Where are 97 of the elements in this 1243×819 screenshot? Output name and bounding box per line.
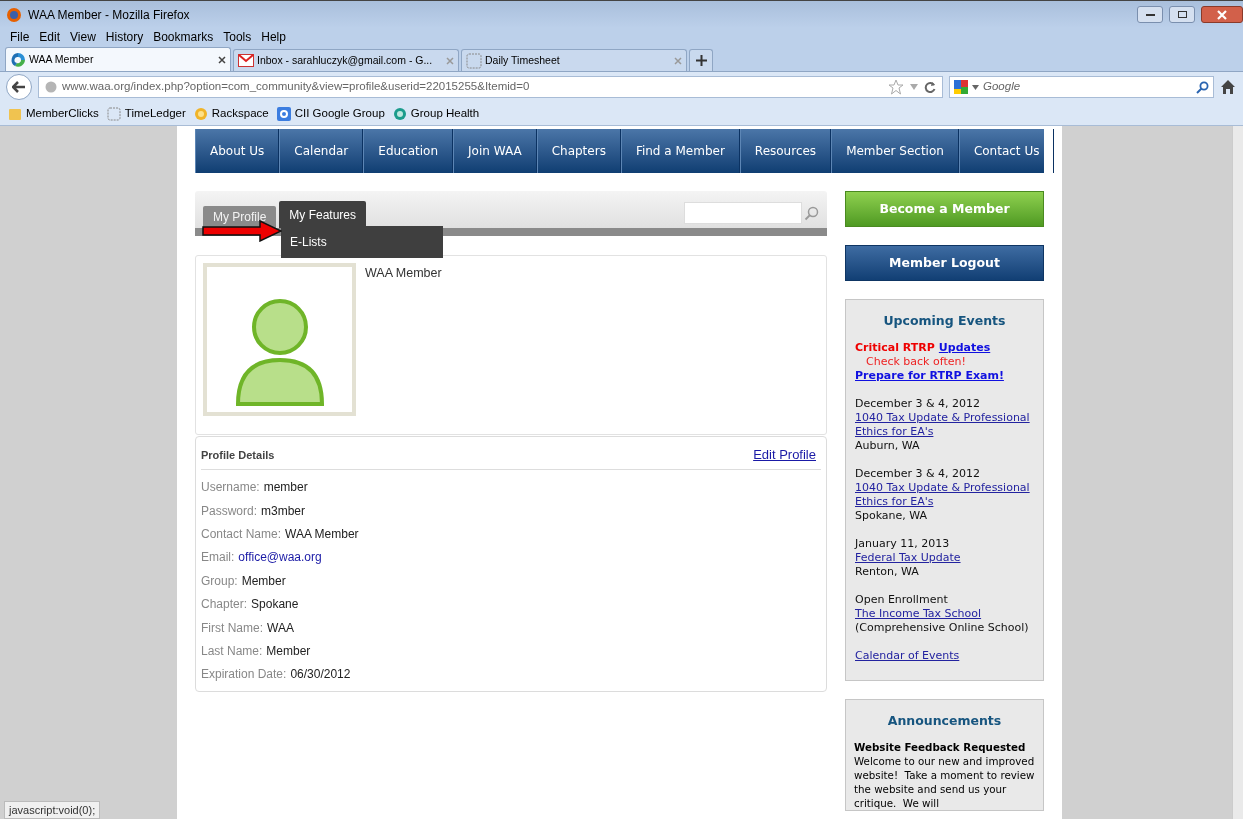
panel-heading: Upcoming Events (882, 314, 1007, 328)
browser-tab[interactable]: Inbox - sarahluczyk@gmail.com - G... (233, 49, 459, 71)
browser-tab[interactable]: Daily Timesheet (461, 49, 687, 71)
bookmark-link[interactable]: MemberClicks (26, 104, 99, 123)
nav-link[interactable]: About Us (195, 129, 280, 173)
nav-link[interactable]: Calendar (279, 129, 364, 173)
dropdown-icon[interactable] (972, 84, 979, 90)
alert-text: Critical RTRP (855, 341, 935, 355)
home-icon[interactable] (1220, 79, 1236, 95)
event-location: Spokane, WA (855, 509, 929, 523)
menu-item[interactable]: View (70, 28, 96, 46)
field-label: Contact Name: (201, 525, 282, 543)
bookmark-link[interactable]: Rackspace (211, 104, 269, 123)
event-link[interactable]: 1040 Tax Update & Professional Ethics for EA's (855, 481, 1034, 509)
search-input[interactable]: Google (983, 78, 1192, 96)
field-label: First Name: (201, 619, 263, 637)
field-value: WAA Member (285, 525, 359, 543)
exam-link[interactable]: Prepare for RTRP Exam! (855, 369, 1004, 383)
profile-tab[interactable]: My Features (279, 201, 367, 228)
globe-icon (45, 81, 57, 93)
field-label: Username: (201, 479, 260, 497)
field-value: Member (241, 572, 286, 590)
new-tab-button[interactable] (689, 49, 713, 71)
window-title: WAA Member - Mozilla Firefox (28, 6, 190, 24)
plus-icon (695, 55, 707, 66)
nav-link[interactable]: Chapters (536, 129, 621, 173)
section-heading: Profile Details (201, 447, 275, 463)
event-location: (Comprehensive Online School) (855, 621, 1030, 635)
close-icon (1217, 9, 1227, 20)
menu-item[interactable]: Tools (223, 28, 252, 46)
blank-page-icon (466, 52, 482, 69)
close-icon[interactable] (218, 55, 226, 64)
close-button[interactable] (1201, 6, 1243, 23)
field-value: Member (266, 642, 311, 660)
event-link[interactable]: Federal Tax Update (855, 551, 961, 565)
event-date: Open Enrollment (855, 593, 949, 607)
nav-link[interactable]: Join WAA (453, 129, 537, 173)
menu-item[interactable]: Help (261, 28, 286, 46)
nav-link[interactable]: Resources (739, 129, 832, 173)
bookmark-link[interactable]: Group Health (410, 104, 480, 123)
event-link[interactable]: 1040 Tax Update & Professional Ethics for EA's (855, 411, 1034, 439)
minimize-button[interactable] (1137, 6, 1163, 23)
globe-icon (392, 106, 407, 121)
event-location: Renton, WA (855, 565, 920, 579)
alert-note: Check back often! (865, 355, 967, 369)
calendar-link[interactable]: Calendar of Events (855, 649, 960, 663)
folder-icon (8, 106, 22, 121)
field-label: Group: (201, 572, 238, 590)
field-label: Password: (201, 502, 258, 520)
nav-link[interactable]: Find a Member (620, 129, 740, 173)
updates-link[interactable]: Updates (938, 341, 991, 355)
search-icon[interactable] (1196, 80, 1209, 94)
field-value: 06/30/2012 (290, 666, 351, 684)
menu-item[interactable]: E-Lists (281, 228, 443, 256)
field-value: m3mber (261, 502, 306, 520)
event-date: January 11, 2013 (855, 537, 951, 551)
field-value: WAA (267, 619, 294, 637)
reload-icon[interactable] (924, 81, 936, 93)
sun-icon (193, 106, 208, 121)
star-icon[interactable] (888, 79, 904, 95)
field-label: Chapter: (201, 596, 248, 614)
scrollbar[interactable] (1232, 126, 1243, 819)
member-name: WAA Member (365, 265, 442, 282)
address-field[interactable]: www.waa.org/index.php?option=com_community&view=profile&userid=22015255&Itemid=0 (38, 76, 943, 98)
menu-item[interactable]: File (10, 28, 30, 46)
field-value: member (263, 479, 308, 497)
search-bar[interactable]: Google (949, 76, 1214, 98)
nav-link[interactable]: Contact Us (958, 129, 1055, 173)
back-arrow-icon (12, 81, 26, 93)
event-link[interactable]: The Income Tax School (855, 607, 982, 621)
bookmark-link[interactable]: CII Google Group (294, 104, 385, 123)
event-date: December 3 & 4, 2012 (855, 467, 982, 481)
event-date: December 3 & 4, 2012 (855, 397, 982, 411)
restore-button[interactable] (1169, 6, 1195, 23)
announcement-heading: Website Feedback Requested (854, 740, 1027, 754)
menu-item[interactable]: Edit (39, 28, 61, 46)
blank-page-icon (106, 106, 121, 121)
nav-link[interactable]: Member Section (831, 129, 959, 173)
field-value: Spokane (251, 596, 299, 614)
field-label: Email: (201, 549, 235, 567)
browser-tab[interactable]: WAA Member (5, 47, 231, 71)
email-link[interactable]: office@waa.org (238, 548, 322, 567)
logout-button[interactable]: Member Logout (845, 245, 1044, 281)
menu-item[interactable]: Bookmarks (153, 28, 214, 46)
mail-icon (238, 54, 254, 67)
nav-link[interactable]: Education (363, 129, 454, 173)
menu-item[interactable]: History (105, 28, 144, 46)
field-label: Expiration Date: (201, 666, 287, 684)
firefox-icon (6, 6, 22, 23)
back-button[interactable] (6, 74, 32, 100)
edit-profile-link[interactable]: Edit Profile (753, 445, 816, 465)
field-label: Last Name: (201, 642, 263, 660)
announcement-text: Welcome to our new and improved website! Take a moment to review the website and send us your critique. We will (854, 754, 1035, 810)
search-field[interactable] (684, 202, 802, 224)
bookmark-link[interactable]: TimeLedger (124, 104, 186, 123)
panel-heading: Announcements (886, 714, 1003, 728)
event-location: Auburn, WA (855, 439, 921, 453)
